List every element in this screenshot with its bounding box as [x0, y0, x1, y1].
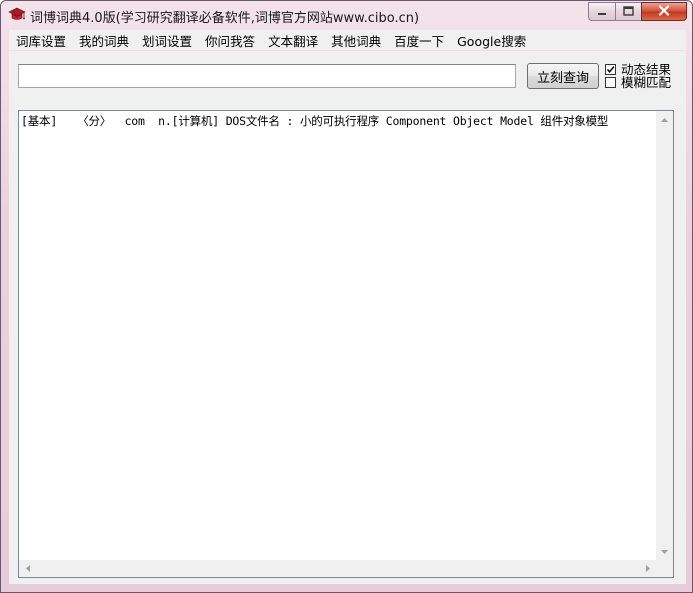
menu-item-text-translation[interactable]: 文本翻译 [261, 31, 324, 50]
close-button[interactable] [641, 2, 687, 21]
maximize-icon [623, 5, 634, 19]
menu-item-google-search[interactable]: Google搜索 [450, 31, 532, 50]
menu-item-selection-settings[interactable]: 划词设置 [135, 31, 198, 50]
menu-item-qa[interactable]: 你问我答 [198, 31, 261, 50]
menu-bar: 词库设置 我的词典 划词设置 你问我答 文本翻译 其他词典 百度一下 Googl… [9, 30, 686, 50]
search-input[interactable] [18, 64, 516, 88]
scrollbar-corner [656, 560, 673, 577]
scroll-right-arrow-icon[interactable] [639, 560, 656, 577]
window-title: 词博词典4.0版(学习研究翻译必备软件,词博官方网站www.cibo.cn) [30, 11, 420, 26]
title-bar[interactable]: 词博词典4.0版(学习研究翻译必备软件,词博官方网站www.cibo.cn) [1, 1, 692, 29]
scroll-up-arrow-icon[interactable] [656, 111, 673, 128]
menu-item-dictionary-settings[interactable]: 词库设置 [9, 31, 72, 50]
dynamic-results-checkbox[interactable] [605, 64, 616, 75]
fuzzy-match-option[interactable]: 模糊匹配 [605, 76, 671, 89]
minimize-button[interactable] [588, 2, 615, 21]
caption-buttons [588, 2, 687, 21]
menu-item-baidu[interactable]: 百度一下 [387, 31, 450, 50]
graduation-cap-icon [8, 6, 26, 24]
scroll-left-arrow-icon[interactable] [19, 560, 36, 577]
menu-item-my-dictionary[interactable]: 我的词典 [72, 31, 135, 50]
app-window: 词博词典4.0版(学习研究翻译必备软件,词博官方网站www.cibo.cn) 词… [0, 0, 693, 593]
horizontal-scrollbar[interactable] [19, 560, 656, 577]
query-button[interactable]: 立刻查询 [527, 63, 599, 89]
vertical-scrollbar[interactable] [656, 111, 673, 560]
maximize-button[interactable] [615, 2, 641, 21]
menu-item-other-dictionaries[interactable]: 其他词典 [324, 31, 387, 50]
main-panel: 立刻查询 动态结果 模糊匹配 [基本] 〈分〉 com n.[计算机] DOS文… [9, 51, 686, 584]
scroll-down-arrow-icon[interactable] [656, 543, 673, 560]
fuzzy-match-checkbox[interactable] [605, 77, 616, 88]
close-icon [658, 4, 670, 19]
results-panel[interactable]: [基本] 〈分〉 com n.[计算机] DOS文件名 : 小的可执行程序 Co… [18, 110, 674, 578]
fuzzy-match-label: 模糊匹配 [621, 75, 672, 90]
minimize-icon [597, 5, 607, 19]
result-line: [基本] 〈分〉 com n.[计算机] DOS文件名 : 小的可执行程序 Co… [21, 114, 609, 128]
